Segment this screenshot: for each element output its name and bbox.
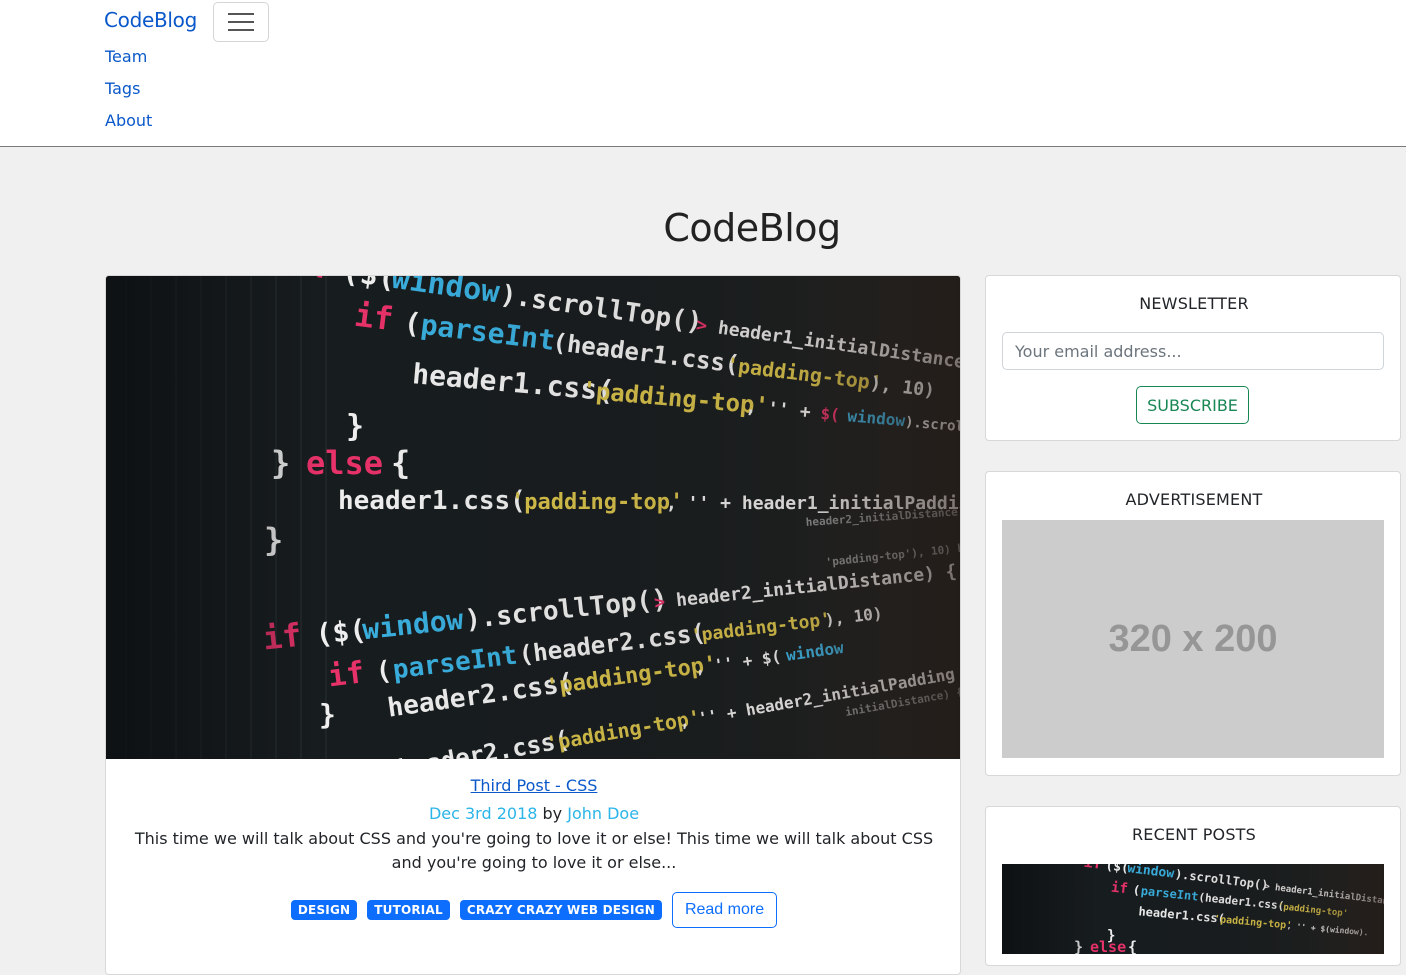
post-excerpt: This time we will talk about CSS and you…	[128, 827, 940, 875]
code-thumbnail-graphic: if ($( window ).scrollTop() > header1_in…	[1002, 864, 1384, 954]
email-input[interactable]	[1002, 332, 1384, 370]
advertisement-placeholder[interactable]: 320 x 200	[1002, 520, 1384, 758]
newsletter-card: NEWSLETTER SUBSCRIBE	[985, 275, 1401, 441]
post-author-link[interactable]: John Doe	[567, 804, 639, 823]
recent-posts-card: RECENT POSTS if ($( window ).scrollTop()…	[985, 806, 1401, 966]
recent-posts-heading: RECENT POSTS	[986, 825, 1402, 844]
tag-badge-design[interactable]: DESIGN	[291, 900, 357, 920]
post-title-link[interactable]: Third Post - CSS	[106, 776, 961, 795]
navbar-toggle-button[interactable]	[213, 2, 269, 42]
brand-link[interactable]: CodeBlog	[104, 8, 197, 32]
recent-post-thumbnail[interactable]: if ($( window ).scrollTop() > header1_in…	[1002, 864, 1384, 954]
nav-link-about[interactable]: About	[105, 111, 152, 130]
advertisement-heading: ADVERTISEMENT	[986, 490, 1402, 509]
nav-link-team[interactable]: Team	[105, 47, 147, 66]
page-title: CodeBlog	[0, 206, 1406, 250]
read-more-button[interactable]: Read more	[672, 892, 777, 928]
code-screenshot-image[interactable]: if ($( window ).scrollTop() > header1_in…	[106, 276, 961, 759]
post-meta: Dec 3rd 2018 by John Doe	[106, 804, 961, 823]
code-image-graphic: if ($( window ).scrollTop() > header1_in…	[106, 276, 961, 759]
tag-badge-crazy-web-design[interactable]: CRAZY CRAZY WEB DESIGN	[460, 900, 662, 920]
newsletter-heading: NEWSLETTER	[986, 294, 1402, 313]
post-date[interactable]: Dec 3rd 2018	[429, 804, 537, 823]
hamburger-icon	[226, 11, 256, 33]
post-by-text: by	[543, 804, 563, 823]
advertisement-card: ADVERTISEMENT 320 x 200	[985, 471, 1401, 776]
tag-badge-tutorial[interactable]: TUTORIAL	[367, 900, 450, 920]
navbar: CodeBlog Team Tags About	[0, 0, 1406, 147]
post-actions: DESIGN TUTORIAL CRAZY CRAZY WEB DESIGN R…	[106, 891, 961, 929]
post-card: if ($( window ).scrollTop() > header1_in…	[105, 275, 961, 975]
subscribe-button[interactable]: SUBSCRIBE	[1136, 386, 1249, 424]
nav-link-tags[interactable]: Tags	[105, 79, 140, 98]
